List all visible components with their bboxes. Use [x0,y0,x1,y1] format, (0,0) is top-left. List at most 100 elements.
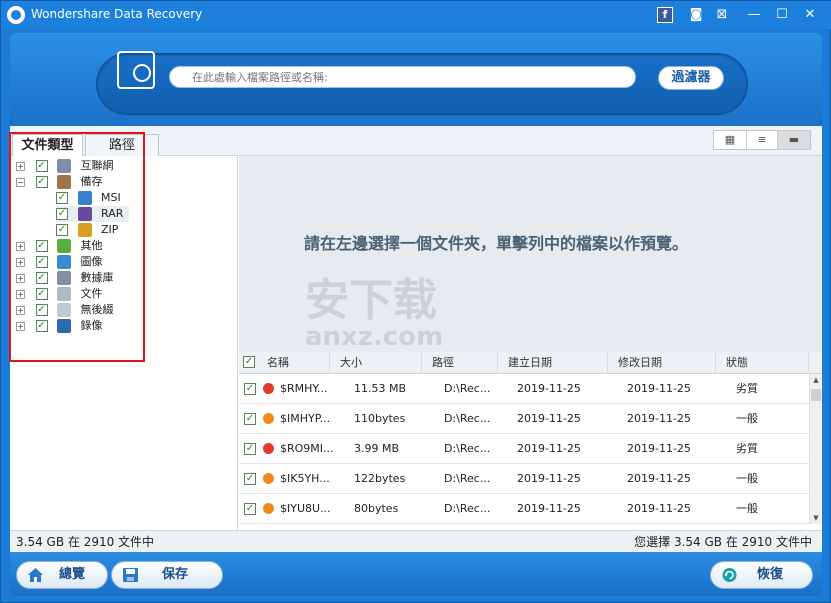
expand-icon[interactable]: + [16,289,25,299]
select-all-checkbox[interactable]: ✓ [243,356,255,368]
file-type-tree: + ✓ 互聯網 − ✓ 備存 ✓ MSI ✓ RAR ✓ ZIP + ✓ 其他 … [10,156,238,534]
tree-item-zip[interactable]: ✓ ZIP [56,222,118,238]
row-checkbox[interactable]: ✓ [244,473,256,485]
table-row[interactable]: ✓ $IMHYP... 110bytes D:\Rec... 2019-11-2… [239,404,809,434]
tree-checkbox[interactable]: ✓ [35,160,48,172]
cell-path: D:\Rec... [444,442,491,455]
column-status[interactable]: 狀態 [716,352,809,374]
recover-button[interactable]: 恢復 [710,561,813,589]
cell-size: 122bytes [354,472,406,485]
row-checkbox[interactable]: ✓ [244,503,256,515]
cell-name: $IYU8U... [280,502,331,515]
maximize-button[interactable]: ☐ [771,5,793,25]
preview-view-icon[interactable]: ▬ [778,131,810,149]
filter-button[interactable]: 過濾器 [658,66,724,90]
cell-modified: 2019-11-25 [627,412,691,425]
unknown-file-icon [57,303,71,317]
puzzle-icon [57,239,71,253]
row-checkbox[interactable]: ✓ [244,413,256,425]
tree-label: 無後綴 [80,303,114,316]
tree-checkbox[interactable]: ✓ [35,288,48,300]
cell-created: 2019-11-25 [517,472,581,485]
tree-checkbox[interactable]: ✓ [35,240,48,252]
tree-item-internet[interactable]: + ✓ 互聯網 [16,158,114,174]
tab-file-type[interactable]: 文件類型 [12,134,83,158]
tree-item-msi[interactable]: ✓ MSI [56,190,121,206]
tree-checkbox[interactable]: ✓ [35,256,48,268]
home-button[interactable]: 總覽 [16,561,108,589]
table-scrollbar[interactable]: ▲ ▼ [809,374,822,524]
expand-icon[interactable]: + [16,305,25,315]
expand-icon[interactable]: + [16,273,25,283]
home-icon [27,567,44,583]
tree-item-document[interactable]: + ✓ 文件 [16,286,103,302]
column-modified[interactable]: 修改日期 [608,352,716,374]
table-row[interactable]: ✓ $RO9MI... 3.99 MB D:\Rec... 2019-11-25… [239,434,809,464]
tree-label: 圖像 [80,255,103,268]
table-row[interactable]: ✓ $RMHY... 11.53 MB D:\Rec... 2019-11-25… [239,374,809,404]
status-bar: 3.54 GB 在 2910 文件中 您選擇 3.54 GB 在 2910 文件… [10,530,822,552]
preview-hint: 請在左邊選擇一個文件夾，單擊列中的檔案以作預覽。 [304,234,689,253]
expand-icon[interactable]: + [16,161,25,171]
tree-item-image[interactable]: + ✓ 圖像 [16,254,103,270]
row-checkbox[interactable]: ✓ [244,443,256,455]
preview-pane: 請在左邊選擇一個文件夾，單擊列中的檔案以作預覽。 安下载 anxz.com [239,156,822,352]
register-icon[interactable]: ⊠ [711,5,733,25]
tree-checkbox[interactable]: ✓ [35,272,48,284]
tree-checkbox[interactable]: ✓ [56,208,68,220]
row-checkbox[interactable]: ✓ [244,383,256,395]
archive-icon [57,175,71,189]
minimize-button[interactable]: — [743,5,765,25]
expand-icon[interactable]: + [16,241,25,251]
tab-bar: 文件類型 路徑 ▦ ≡ ▬ [10,126,822,158]
column-size[interactable]: 大小 [330,352,422,374]
save-button[interactable]: 保存 [111,561,223,589]
tree-item-database[interactable]: + ✓ 數據庫 [16,270,114,286]
cell-name: $IK5YH... [280,472,330,485]
tab-path[interactable]: 路徑 [85,134,159,157]
facebook-icon[interactable]: f [657,7,673,23]
tree-item-other[interactable]: + ✓ 其他 [16,238,103,254]
status-dot-icon [263,413,274,424]
tree-item-rar[interactable]: ✓ RAR [56,206,130,222]
tree-checkbox[interactable]: ✓ [35,176,48,188]
thumbnail-view-icon[interactable]: ▦ [714,131,746,149]
list-view-icon[interactable]: ≡ [746,131,778,149]
feedback-icon[interactable]: ◙ [685,5,707,25]
tree-checkbox[interactable]: ✓ [35,320,48,332]
cell-name: $RMHY... [280,382,328,395]
cell-created: 2019-11-25 [517,382,581,395]
table-row[interactable]: ✓ $IK5YH... 122bytes D:\Rec... 2019-11-2… [239,464,809,494]
cell-modified: 2019-11-25 [627,472,691,485]
save-icon [122,567,139,583]
main-content: 文件類型 路徑 ▦ ≡ ▬ + ✓ 互聯網 − ✓ 備存 ✓ MSI ✓ RAR… [10,126,822,554]
column-created[interactable]: 建立日期 [498,352,608,374]
column-path[interactable]: 路徑 [422,352,498,374]
cell-size: 11.53 MB [354,382,407,395]
home-label: 總覽 [59,567,86,582]
tree-checkbox[interactable]: ✓ [56,224,68,236]
tree-checkbox[interactable]: ✓ [35,304,48,316]
selected-files-status: 您選擇 3.54 GB 在 2910 文件中 [634,535,812,549]
close-button[interactable]: ✕ [799,5,821,25]
expand-icon[interactable]: + [16,321,25,331]
column-name[interactable]: 名稱 [257,352,330,374]
tree-item-video[interactable]: + ✓ 錄像 [16,318,103,334]
window-title: Wondershare Data Recovery [31,7,203,21]
status-dot-icon [263,503,274,514]
cell-path: D:\Rec... [444,472,491,485]
table-row[interactable]: ✓ $IYU8U... 80bytes D:\Rec... 2019-11-25… [239,494,809,524]
expand-icon[interactable]: + [16,257,25,267]
tree-label: 備存 [80,175,103,188]
search-input[interactable] [169,66,636,88]
collapse-icon[interactable]: − [16,177,25,187]
recover-icon [721,567,738,583]
tree-checkbox[interactable]: ✓ [56,192,68,204]
scroll-down-icon[interactable]: ▼ [810,512,822,524]
tree-item-no-extension[interactable]: + ✓ 無後綴 [16,302,114,318]
cell-status: 一般 [736,502,758,515]
scroll-up-icon[interactable]: ▲ [810,374,822,386]
scrollbar-thumb[interactable] [811,389,821,401]
tree-item-archive[interactable]: − ✓ 備存 [16,174,103,190]
rar-file-icon [77,207,92,221]
